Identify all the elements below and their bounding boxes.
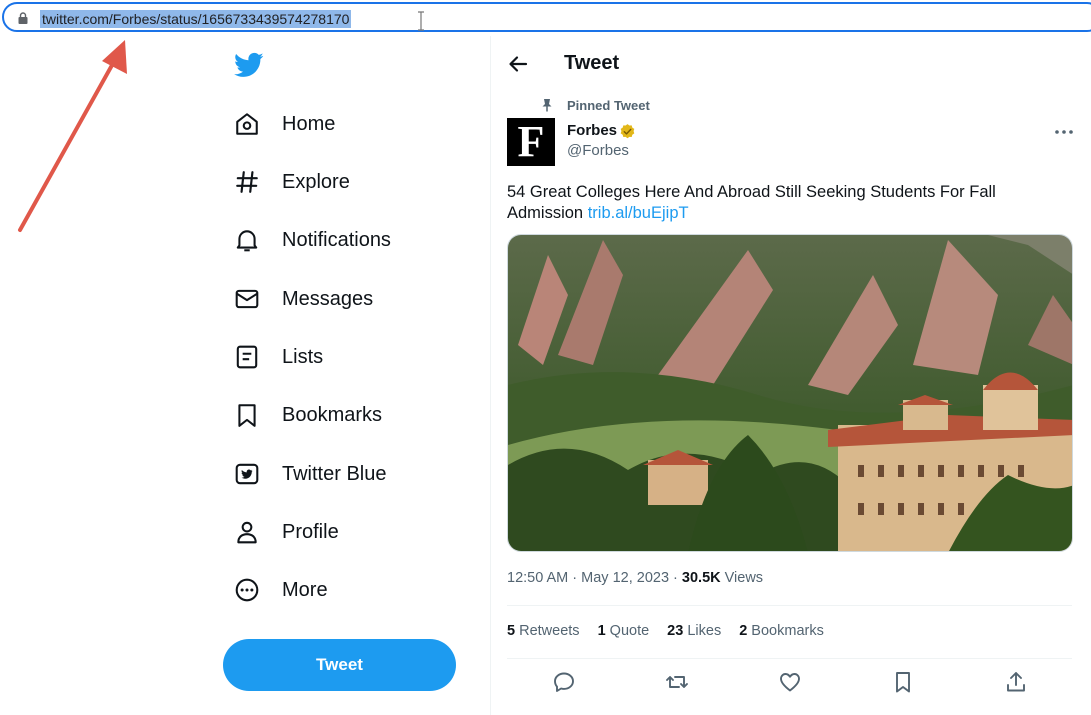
nav-notifications[interactable]: Notifications	[234, 220, 391, 260]
nav-lists[interactable]: Lists	[234, 337, 323, 377]
nav-explore-label: Explore	[282, 170, 350, 193]
person-icon	[234, 519, 260, 545]
reply-icon[interactable]	[552, 670, 576, 694]
nav-explore[interactable]: Explore	[234, 162, 350, 202]
tweet-link[interactable]: trib.al/buEjipT	[588, 204, 689, 222]
nav-twitter-blue[interactable]: Twitter Blue	[234, 454, 386, 494]
bookmark-action-icon[interactable]	[891, 670, 915, 694]
tweet-timestamp[interactable]: 12:50 AM · May 12, 2023 ·	[507, 570, 682, 586]
twitter-blue-icon	[234, 461, 260, 487]
quotes-count: 1	[597, 623, 606, 639]
views-label: Views	[720, 570, 764, 586]
retweets-stat[interactable]: 5 Retweets	[507, 623, 580, 639]
like-heart-icon[interactable]	[778, 670, 802, 694]
nav-messages[interactable]: Messages	[234, 279, 373, 319]
likes-count: 23	[667, 623, 684, 639]
divider	[507, 605, 1072, 606]
nav-lists-label: Lists	[282, 345, 324, 368]
list-icon	[234, 344, 260, 370]
quotes-label: Quote	[605, 623, 650, 639]
share-icon[interactable]	[1004, 670, 1028, 694]
views-count: 30.5K	[681, 570, 721, 586]
tweet-text: 54 Great Colleges Here And Abroad Still …	[507, 182, 1047, 224]
author-handle[interactable]: @Forbes	[567, 142, 629, 159]
quotes-stat[interactable]: 1 Quote	[598, 623, 650, 639]
nav-profile-label: Profile	[282, 520, 339, 543]
retweets-count: 5	[507, 623, 516, 639]
likes-label: Likes	[683, 623, 722, 639]
envelope-icon	[234, 286, 260, 312]
bookmarks-label: Bookmarks	[747, 623, 824, 639]
nav-home-label: Home	[282, 112, 336, 135]
tweet-meta: 12:50 AM · May 12, 2023 · 30.5K Views	[507, 570, 763, 586]
bell-icon	[234, 227, 260, 253]
pin-icon	[542, 99, 552, 112]
more-options-icon[interactable]	[1053, 128, 1075, 136]
annotation-arrow-icon	[18, 40, 127, 232]
nav-bookmarks[interactable]: Bookmarks	[234, 395, 382, 435]
nav-bookmarks-label: Bookmarks	[282, 403, 383, 426]
bookmarks-stat[interactable]: 2 Bookmarks	[739, 623, 824, 639]
text-cursor-icon	[418, 11, 424, 31]
page-title: Tweet	[564, 52, 620, 74]
tweet-actions	[507, 670, 1072, 696]
retweets-label: Retweets	[515, 623, 580, 639]
verified-badge-icon[interactable]	[619, 123, 636, 140]
back-arrow-icon[interactable]	[507, 53, 529, 75]
twitter-logo-icon[interactable]	[234, 50, 264, 80]
column-divider	[490, 36, 491, 715]
avatar-letter: F	[517, 117, 545, 166]
compose-tweet-button[interactable]: Tweet	[223, 639, 456, 691]
nav-more-label: More	[282, 578, 328, 601]
tweet-media-image[interactable]	[507, 234, 1073, 552]
nav-more[interactable]: More	[234, 570, 328, 610]
nav-messages-label: Messages	[282, 287, 374, 310]
tweet-stats: 5 Retweets 1 Quote 23 Likes 2 Bookmarks	[507, 623, 842, 639]
divider	[507, 658, 1072, 659]
nav-home[interactable]: Home	[234, 104, 335, 144]
likes-stat[interactable]: 23 Likes	[667, 623, 721, 639]
author-name[interactable]: Forbes	[567, 122, 617, 139]
tweet-body: 54 Great Colleges Here And Abroad Still …	[507, 183, 996, 222]
hashtag-icon	[234, 169, 260, 195]
retweet-icon[interactable]	[665, 670, 689, 694]
nav-notifications-label: Notifications	[282, 228, 391, 251]
landscape-photo	[508, 235, 1072, 551]
nav-profile[interactable]: Profile	[234, 512, 339, 552]
bookmark-icon	[234, 402, 260, 428]
pinned-tweet-label: Pinned Tweet	[567, 98, 650, 113]
more-circle-icon	[234, 577, 260, 603]
home-icon	[234, 111, 260, 137]
address-bar[interactable]: twitter.com/Forbes/status/16567334395742…	[2, 2, 1091, 32]
nav-twitter-blue-label: Twitter Blue	[282, 462, 387, 485]
avatar[interactable]: F	[507, 118, 555, 166]
